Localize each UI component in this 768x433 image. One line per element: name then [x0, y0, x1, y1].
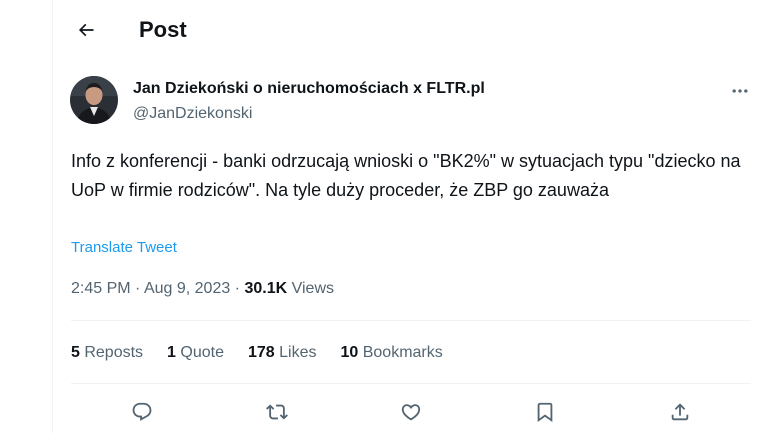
more-horizontal-icon: [732, 89, 748, 93]
quotes-stat[interactable]: 1 Quote: [167, 343, 224, 363]
share-icon: [671, 403, 689, 421]
reposts-label: Reposts: [79, 344, 144, 361]
reposts-count: 5: [71, 344, 80, 361]
tweet-time[interactable]: 2:45 PM: [71, 280, 131, 297]
bookmark-icon: [537, 402, 553, 423]
quotes-count: 1: [167, 344, 176, 361]
reposts-stat[interactable]: 5 Reposts: [71, 343, 143, 363]
column-border: [52, 0, 53, 433]
reply-button[interactable]: [125, 395, 159, 429]
likes-count: 178: [247, 344, 275, 361]
more-button[interactable]: [723, 76, 757, 106]
author-handle[interactable]: @JanDziekonski: [133, 104, 252, 124]
bookmarks-label: Bookmarks: [358, 344, 443, 361]
back-button[interactable]: [68, 12, 104, 48]
translate-tweet-link[interactable]: Translate Tweet: [71, 238, 177, 258]
repost-button[interactable]: [260, 395, 294, 429]
author-name[interactable]: Jan Dziekoński o nieruchomościach x FLTR…: [133, 79, 485, 99]
share-button[interactable]: [663, 395, 697, 429]
engagement-stats: 5 Reposts 1 Quote 178 Likes 10 Bookmarks: [71, 343, 467, 363]
repost-icon: [266, 404, 288, 420]
arrow-left-icon: [78, 23, 94, 37]
likes-stat[interactable]: 178 Likes: [248, 343, 317, 363]
avatar[interactable]: [70, 76, 118, 124]
meta-separator: ·: [230, 280, 245, 297]
divider: [71, 383, 751, 384]
likes-label: Likes: [274, 344, 317, 361]
reply-icon: [132, 402, 152, 421]
meta-separator: ·: [130, 280, 144, 297]
page-header: Post: [53, 0, 768, 62]
author-row: Jan Dziekoński o nieruchomościach x FLTR…: [53, 76, 768, 126]
heart-icon: [401, 404, 421, 421]
divider: [71, 320, 751, 321]
views-count: 30.1K: [244, 280, 288, 297]
bookmark-button[interactable]: [528, 395, 562, 429]
action-bar: [71, 395, 751, 429]
tweet-meta: 2:45 PM · Aug 9, 2023 · 30.1K Views: [71, 279, 334, 299]
tweet-date[interactable]: Aug 9, 2023: [144, 280, 230, 297]
quotes-label: Quote: [175, 344, 224, 361]
tweet-text: Info z konferencji - banki odrzucają wni…: [71, 151, 741, 200]
bookmarks-stat[interactable]: 10 Bookmarks: [340, 343, 442, 363]
page-title: Post: [139, 17, 187, 42]
like-button[interactable]: [394, 395, 428, 429]
views-label: Views: [287, 280, 334, 297]
bookmarks-count: 10: [340, 344, 359, 361]
